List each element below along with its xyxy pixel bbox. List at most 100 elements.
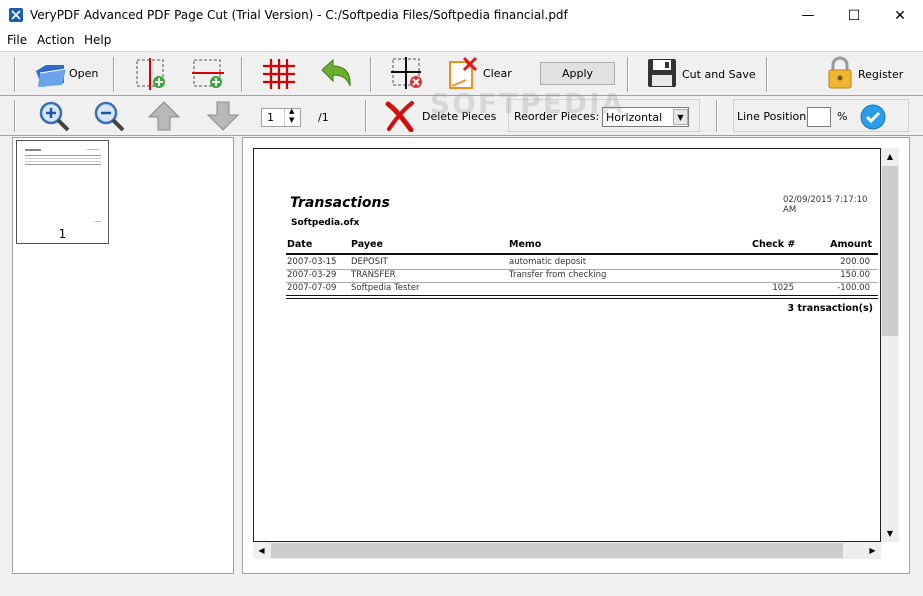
column-header-check: Check #	[752, 239, 796, 250]
spin-up-icon: ▲	[289, 107, 295, 115]
page-spin-buttons[interactable]: ▲ ▼	[284, 107, 300, 126]
line-position-label: Line Position :	[737, 110, 814, 123]
delete-line-button[interactable]	[391, 57, 425, 91]
add-vertical-line-icon	[136, 58, 165, 90]
app-icon	[9, 8, 23, 22]
doc-title: Transactions	[290, 195, 390, 211]
table-cell: 150.00	[840, 270, 870, 280]
scroll-right-icon[interactable]: ▶	[864, 542, 881, 559]
transaction-count: 3 transaction(s)	[787, 303, 873, 314]
column-header-amount: Amount	[830, 239, 872, 250]
table-bottom-rule	[286, 298, 878, 299]
horizontal-scroll-thumb[interactable]	[271, 543, 843, 558]
register-label: Register	[858, 68, 904, 81]
clear-button[interactable]: Clear	[446, 55, 516, 91]
thumbnail-line	[25, 158, 101, 159]
percent-label: %	[837, 110, 848, 123]
grid-button[interactable]	[262, 58, 296, 90]
grid-icon	[263, 59, 295, 89]
floppy-disk-icon	[648, 59, 676, 87]
toolbar-separator	[370, 57, 372, 92]
minimize-button[interactable]: —	[785, 0, 831, 31]
page-number-value: 1	[267, 111, 274, 124]
thumbnail-line	[25, 149, 41, 151]
maximize-icon: ☐	[847, 7, 861, 24]
thumbnail-line	[87, 149, 99, 150]
table-cell: -100.00	[837, 283, 870, 293]
zoom-in-icon	[39, 101, 70, 132]
table-cell: 2007-03-29	[287, 270, 337, 280]
thumbnail-line	[25, 161, 101, 162]
add-vertical-line-button[interactable]	[135, 58, 167, 90]
open-button[interactable]: Open	[32, 56, 102, 92]
table-cell: 200.00	[840, 257, 870, 267]
toolbar-separator	[241, 57, 243, 92]
doc-subtitle: Softpedia.ofx	[291, 218, 360, 228]
add-horizontal-line-button[interactable]	[192, 58, 224, 90]
column-header-memo: Memo	[509, 239, 542, 250]
thumbnail-preview	[23, 147, 103, 227]
clear-label: Clear	[483, 67, 512, 80]
page-number-stepper[interactable]: 1 ▲ ▼	[261, 107, 301, 127]
table-cell: Softpedia Tester	[351, 283, 420, 293]
delete-line-icon	[391, 57, 422, 89]
confirm-check-icon[interactable]	[860, 104, 886, 130]
add-horizontal-line-icon	[192, 59, 224, 88]
header-rule	[286, 253, 878, 255]
page-total: /1	[318, 111, 329, 124]
clear-icon	[449, 56, 478, 89]
next-page-button[interactable]	[206, 100, 240, 132]
toolbar-separator	[14, 100, 16, 132]
spin-down-icon: ▼	[289, 116, 295, 124]
menu-file[interactable]: File	[7, 33, 27, 47]
thumbnail-page-label: 1	[58, 227, 67, 241]
scroll-down-icon[interactable]: ▼	[881, 525, 899, 542]
menu-help[interactable]: Help	[84, 33, 111, 47]
arrow-up-icon	[147, 101, 181, 131]
scroll-up-icon[interactable]: ▲	[881, 148, 899, 165]
open-label: Open	[69, 67, 99, 80]
close-button[interactable]: ✕	[877, 0, 923, 31]
undo-button[interactable]	[318, 57, 354, 91]
previous-page-button[interactable]	[147, 100, 181, 132]
column-header-date: Date	[287, 239, 313, 250]
toolbar-separator	[716, 100, 718, 132]
cut-and-save-button[interactable]: Cut and Save	[646, 56, 756, 92]
menu-action[interactable]: Action	[37, 33, 75, 47]
close-icon: ✕	[894, 7, 906, 24]
toolbar-separator	[365, 100, 367, 132]
toolbar-separator	[766, 57, 768, 92]
table-cell: Transfer from checking	[509, 270, 607, 280]
table-cell: 2007-07-09	[287, 283, 337, 293]
thumbnail-line	[95, 221, 101, 222]
table-bottom-rule	[286, 295, 878, 296]
apply-button[interactable]: Apply	[540, 62, 615, 85]
pdf-page[interactable]: Transactions 02/09/2015 7:17:10 AM Softp…	[253, 148, 881, 542]
zoom-in-button[interactable]	[37, 100, 71, 132]
line-position-input[interactable]	[807, 107, 831, 127]
arrow-down-icon	[206, 101, 240, 131]
table-cell: 1025	[772, 283, 794, 293]
menu-bar	[0, 31, 923, 51]
table-cell: 2007-03-15	[287, 257, 337, 267]
page-thumbnail[interactable]: 1	[16, 140, 109, 244]
toolbar-separator	[14, 57, 16, 92]
thumbnail-line	[25, 164, 101, 165]
watermark: SOFTPEDIA	[430, 87, 626, 120]
toolbar-separator	[627, 57, 629, 92]
scroll-left-icon[interactable]: ◀	[253, 542, 270, 559]
column-header-payee: Payee	[351, 239, 383, 250]
thumbnail-line	[25, 155, 101, 156]
register-button[interactable]: Register	[826, 56, 906, 92]
doc-timestamp: 02/09/2015 7:17:10 AM	[783, 195, 868, 215]
undo-arrow-icon	[321, 58, 351, 87]
chevron-down-icon[interactable]: ▼	[673, 109, 688, 125]
zoom-out-button[interactable]	[92, 100, 126, 132]
vertical-scroll-thumb[interactable]	[882, 166, 898, 336]
minimize-icon: —	[801, 8, 815, 23]
table-cell: automatic deposit	[509, 257, 587, 267]
open-folder-icon	[36, 65, 67, 87]
table-cell: TRANSFER	[351, 270, 396, 280]
cut-and-save-label: Cut and Save	[682, 68, 756, 81]
maximize-button[interactable]: ☐	[831, 0, 877, 31]
